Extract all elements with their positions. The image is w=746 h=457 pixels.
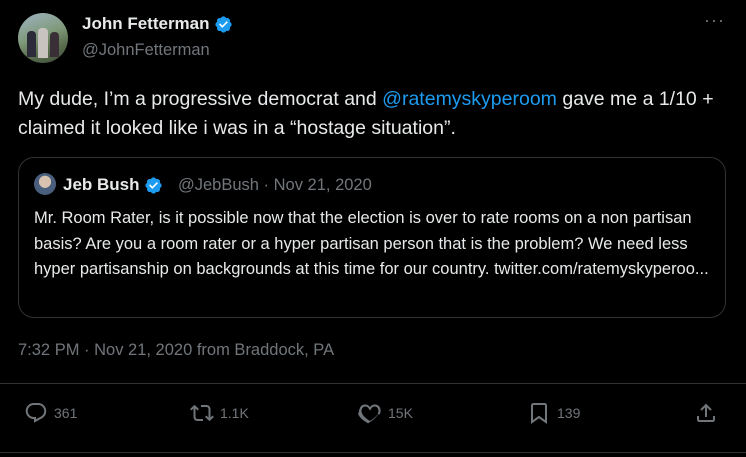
mention-link[interactable]: @ratemyskyperoom xyxy=(382,88,557,110)
bookmark-button[interactable]: 139 xyxy=(527,401,580,425)
share-button[interactable] xyxy=(694,401,718,425)
divider xyxy=(0,452,746,453)
author-name[interactable]: John Fetterman xyxy=(82,14,210,34)
bookmark-icon xyxy=(531,403,547,424)
author-handle[interactable]: @JohnFetterman xyxy=(82,41,210,60)
tweet-timestamp[interactable]: 7:32 PM · Nov 21, 2020 from Braddock, PA xyxy=(18,341,334,360)
author-avatar[interactable] xyxy=(18,13,68,63)
like-button[interactable]: 15K xyxy=(358,401,413,425)
author-name-row[interactable]: John Fetterman xyxy=(82,14,233,34)
divider xyxy=(0,383,746,384)
tweet-text-part: My dude, I’m a progressive democrat and xyxy=(18,88,383,110)
quoted-author-name-row[interactable]: Jeb Bush xyxy=(63,175,163,195)
more-options-icon[interactable]: ··· xyxy=(704,11,724,34)
quoted-tweet[interactable]: Jeb Bush @JebBush · Nov 21, 2020 Mr. Roo… xyxy=(18,157,726,318)
tweet-text: My dude, I’m a progressive democrat and … xyxy=(18,85,728,143)
bookmark-count: 139 xyxy=(557,405,581,421)
reply-icon xyxy=(25,403,47,423)
reply-button[interactable]: 361 xyxy=(24,401,77,425)
retweet-button[interactable]: 1.1K xyxy=(190,401,249,425)
verified-badge-icon xyxy=(144,176,162,194)
retweet-count: 1.1K xyxy=(220,405,249,421)
like-count: 15K xyxy=(388,405,413,421)
quoted-tweet-text: Mr. Room Rater, is it possible now that … xyxy=(34,209,709,278)
verified-badge-icon xyxy=(214,15,232,33)
reply-count: 361 xyxy=(54,405,78,421)
quoted-tweet-meta: @JebBush · Nov 21, 2020 xyxy=(178,176,372,194)
quoted-author-name[interactable]: Jeb Bush xyxy=(63,175,140,195)
share-icon xyxy=(697,403,715,422)
quoted-author-avatar[interactable] xyxy=(34,173,56,195)
heart-icon xyxy=(358,404,381,424)
retweet-icon xyxy=(190,404,214,422)
